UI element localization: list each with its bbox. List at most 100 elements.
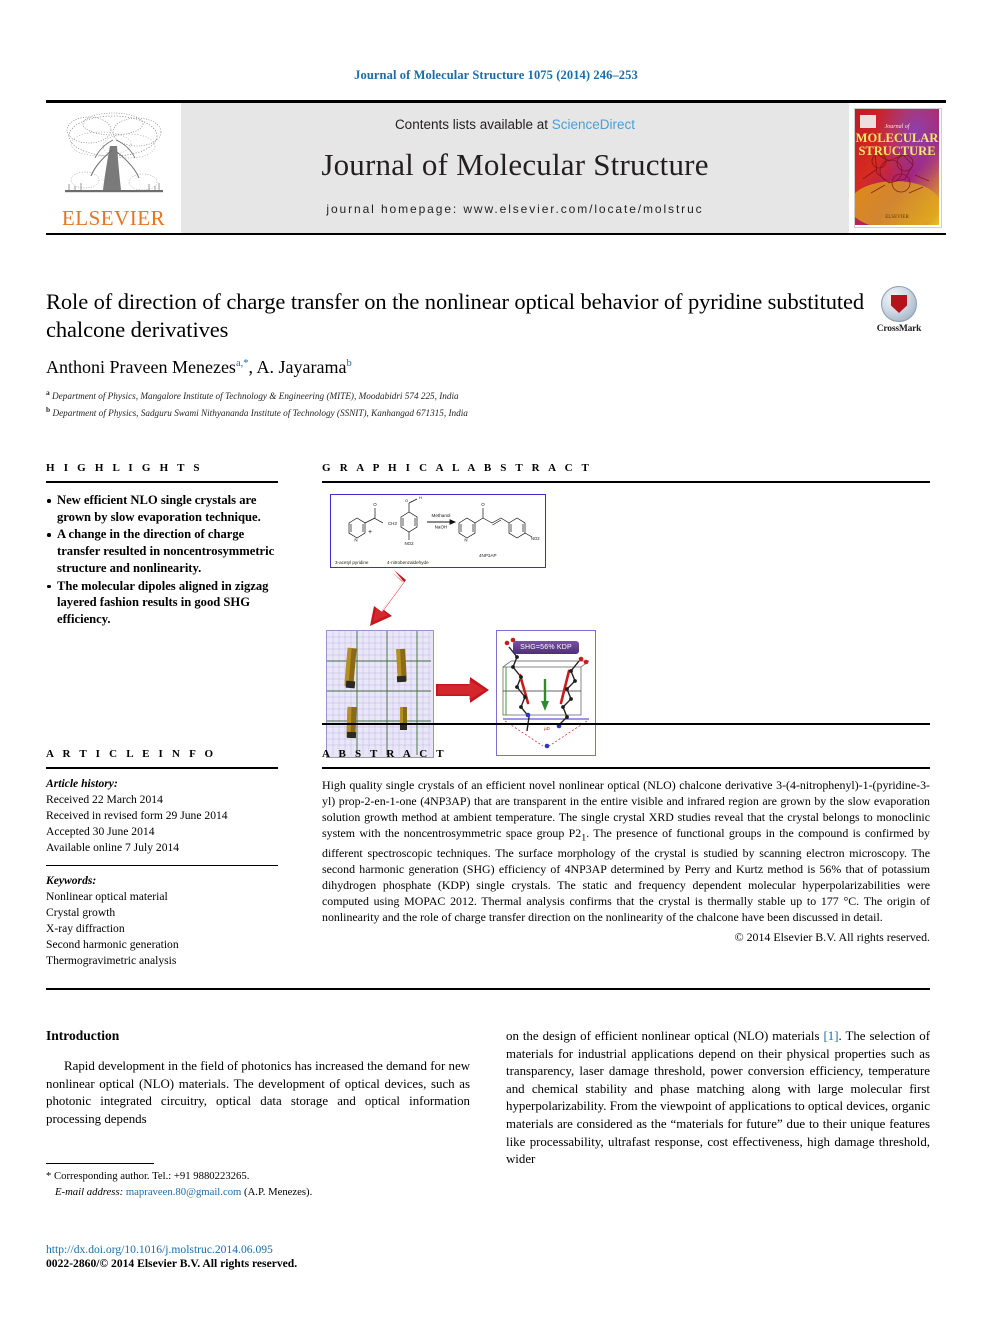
svg-text:Journal of: Journal of [884, 123, 910, 130]
affiliation-a-marker: a [46, 388, 50, 398]
abstract-section: A B S T R A C T High quality single crys… [322, 748, 930, 945]
graphical-abstract-rule [322, 481, 930, 483]
svg-text:H: H [419, 495, 422, 500]
down-left-arrow-icon [370, 570, 406, 626]
svg-text:O: O [405, 498, 408, 503]
email-suffix: (A.P. Menezes). [241, 1185, 313, 1198]
history-item: Accepted 30 June 2014 [46, 824, 155, 838]
svg-text:STRUCTURE: STRUCTURE [858, 144, 935, 158]
scheme-reagent-right-label: 4-nitrobenzaldehyde [387, 560, 429, 565]
graphical-abstract-section: G R A P H I C A L A B S T R A C T N O CH… [322, 462, 930, 758]
doi-link[interactable]: http://dx.doi.org/10.1016/j.molstruc.201… [46, 1243, 546, 1256]
svg-text:N: N [464, 538, 467, 543]
contents-list-line: Contents lists available at ScienceDirec… [395, 117, 635, 132]
svg-text:O: O [481, 502, 485, 507]
intro-paragraph-left: Rapid development in the field of photon… [46, 1059, 470, 1126]
journal-cover-art: Journal of MOLECULAR STRUCTURE ELSEVIER [854, 108, 941, 227]
body-columns: Introduction Rapid development in the fi… [46, 1028, 930, 1169]
abstract-heading: A B S T R A C T [322, 748, 447, 760]
highlights-rule [46, 481, 278, 483]
crystal-structure-panel: µD SHG=56% KDP [496, 630, 596, 756]
svg-text:+: + [368, 529, 372, 536]
journal-homepage-link[interactable]: journal homepage: www.elsevier.com/locat… [326, 202, 703, 216]
author-list: Anthoni Praveen Menezesa,*, A. Jayaramab [46, 357, 866, 378]
journal-masthead: ELSEVIER Contents lists available at Sci… [46, 100, 946, 235]
article-info-section: A R T I C L E I N F O Article history: R… [46, 748, 278, 969]
intro-right-pre: on the design of efficient nonlinear opt… [506, 1029, 824, 1043]
history-item: Received 22 March 2014 [46, 792, 163, 806]
author-two-affil-marker[interactable]: b [346, 358, 351, 369]
article-history-block: Article history: Received 22 March 2014 … [46, 776, 278, 856]
affiliation-a-text: Department of Physics, Mangalore Institu… [52, 391, 459, 402]
affiliations: a Department of Physics, Mangalore Insti… [46, 387, 866, 420]
list-item: New efficient NLO single crystals are gr… [46, 492, 278, 525]
graphical-abstract-figure: N O CH3 + O H NO2 Methanol NaOH N O NO2 … [322, 494, 930, 758]
history-item: Available online 7 July 2014 [46, 840, 180, 854]
graphical-abstract-bottom-rule [322, 723, 930, 725]
intro-right-post: . The selection of materials for industr… [506, 1029, 930, 1167]
abstract-part-two: . The presence of functional groups in t… [322, 826, 930, 924]
keyword-item: Second harmonic generation [46, 938, 179, 952]
crystal-photograph [326, 630, 434, 758]
history-item: Received in revised form 29 June 2014 [46, 808, 228, 822]
corresponding-author-footnote: * Corresponding author. Tel.: +91 988022… [46, 1163, 470, 1200]
running-head: Journal of Molecular Structure 1075 (201… [354, 68, 638, 82]
article-info-heading: A R T I C L E I N F O [46, 748, 217, 760]
citation-ref-1[interactable]: [1] [823, 1029, 838, 1043]
sciencedirect-link[interactable]: ScienceDirect [552, 117, 635, 132]
crystal-photo-graph-paper [327, 631, 431, 755]
title-block: Role of direction of charge transfer on … [46, 288, 866, 421]
journal-title: Journal of Molecular Structure [321, 146, 709, 182]
journal-cover-thumbnail: Journal of MOLECULAR STRUCTURE ELSEVIER [849, 102, 946, 233]
elsevier-wordmark: ELSEVIER [61, 205, 166, 230]
elsevier-tree-icon [64, 112, 163, 192]
email-line: E-mail address: mapraveen.80@gmail.com (… [46, 1185, 470, 1200]
svg-text:NO2: NO2 [404, 541, 414, 546]
intro-paragraph-right: on the design of efficient nonlinear opt… [506, 1028, 930, 1169]
article-history-label: Article history: [46, 777, 118, 790]
abstract-rule [322, 767, 930, 769]
list-item: The molecular dipoles aligned in zigzag … [46, 578, 278, 628]
keywords-label: Keywords: [46, 874, 97, 888]
svg-text:N: N [354, 538, 357, 543]
scheme-product-label: 4NP3AP [479, 553, 497, 558]
highlights-section: H I G H L I G H T S New efficient NLO si… [46, 462, 278, 629]
author-two: , A. Jayarama [248, 357, 347, 378]
page-title: Role of direction of charge transfer on … [46, 289, 865, 343]
elsevier-logo: ELSEVIER [46, 102, 181, 233]
crossmark-label: CrossMark [876, 324, 922, 334]
masthead-bottom-rule [46, 232, 946, 235]
body-column-right: on the design of efficient nonlinear opt… [506, 1028, 930, 1169]
highlights-list: New efficient NLO single crystals are gr… [46, 492, 278, 628]
list-item: A change in the direction of charge tran… [46, 526, 278, 576]
right-arrow-icon [436, 677, 489, 703]
svg-text:ELSEVIER: ELSEVIER [885, 215, 909, 220]
article-info-rule [46, 767, 278, 769]
article-first-page: Journal of Molecular Structure 1075 (201… [0, 0, 992, 1323]
body-column-left: Introduction Rapid development in the fi… [46, 1028, 470, 1169]
section-divider-rule [46, 988, 930, 990]
abstract-copyright: © 2014 Elsevier B.V. All rights reserved… [734, 929, 930, 944]
affiliation-a: a Department of Physics, Mangalore Insti… [46, 387, 866, 404]
author-one-affil-marker[interactable]: a,* [236, 358, 249, 369]
doi-block: http://dx.doi.org/10.1016/j.molstruc.201… [46, 1243, 546, 1270]
crossmark-badge[interactable]: CrossMark [868, 286, 930, 334]
email-link[interactable]: mapraveen.80@gmail.com [126, 1186, 242, 1198]
footnote-rule [46, 1163, 154, 1165]
svg-text:O: O [373, 502, 377, 507]
affiliation-b: b Department of Physics, Sadguru Swami N… [46, 404, 866, 421]
svg-text:MOLECULAR: MOLECULAR [855, 131, 938, 145]
keyword-item: X-ray diffraction [46, 922, 125, 936]
email-label: E-mail address: [55, 1185, 124, 1198]
reaction-scheme-icon: N O CH3 + O H NO2 Methanol NaOH N O NO2 [348, 495, 540, 546]
keyword-item: Thermogravimetric analysis [46, 954, 177, 968]
keyword-item: Crystal growth [46, 906, 116, 920]
keywords-divider [46, 864, 278, 867]
section-heading-introduction: Introduction [46, 1028, 120, 1043]
abstract-body: High quality single crystals of an effic… [322, 777, 930, 925]
crossmark-icon [881, 286, 917, 322]
dipole-label: µD [544, 726, 550, 731]
svg-text:NO2: NO2 [531, 536, 540, 541]
corresponding-author-line: * Corresponding author. Tel.: +91 988022… [46, 1170, 250, 1183]
keyword-item: Nonlinear optical material [46, 890, 168, 904]
